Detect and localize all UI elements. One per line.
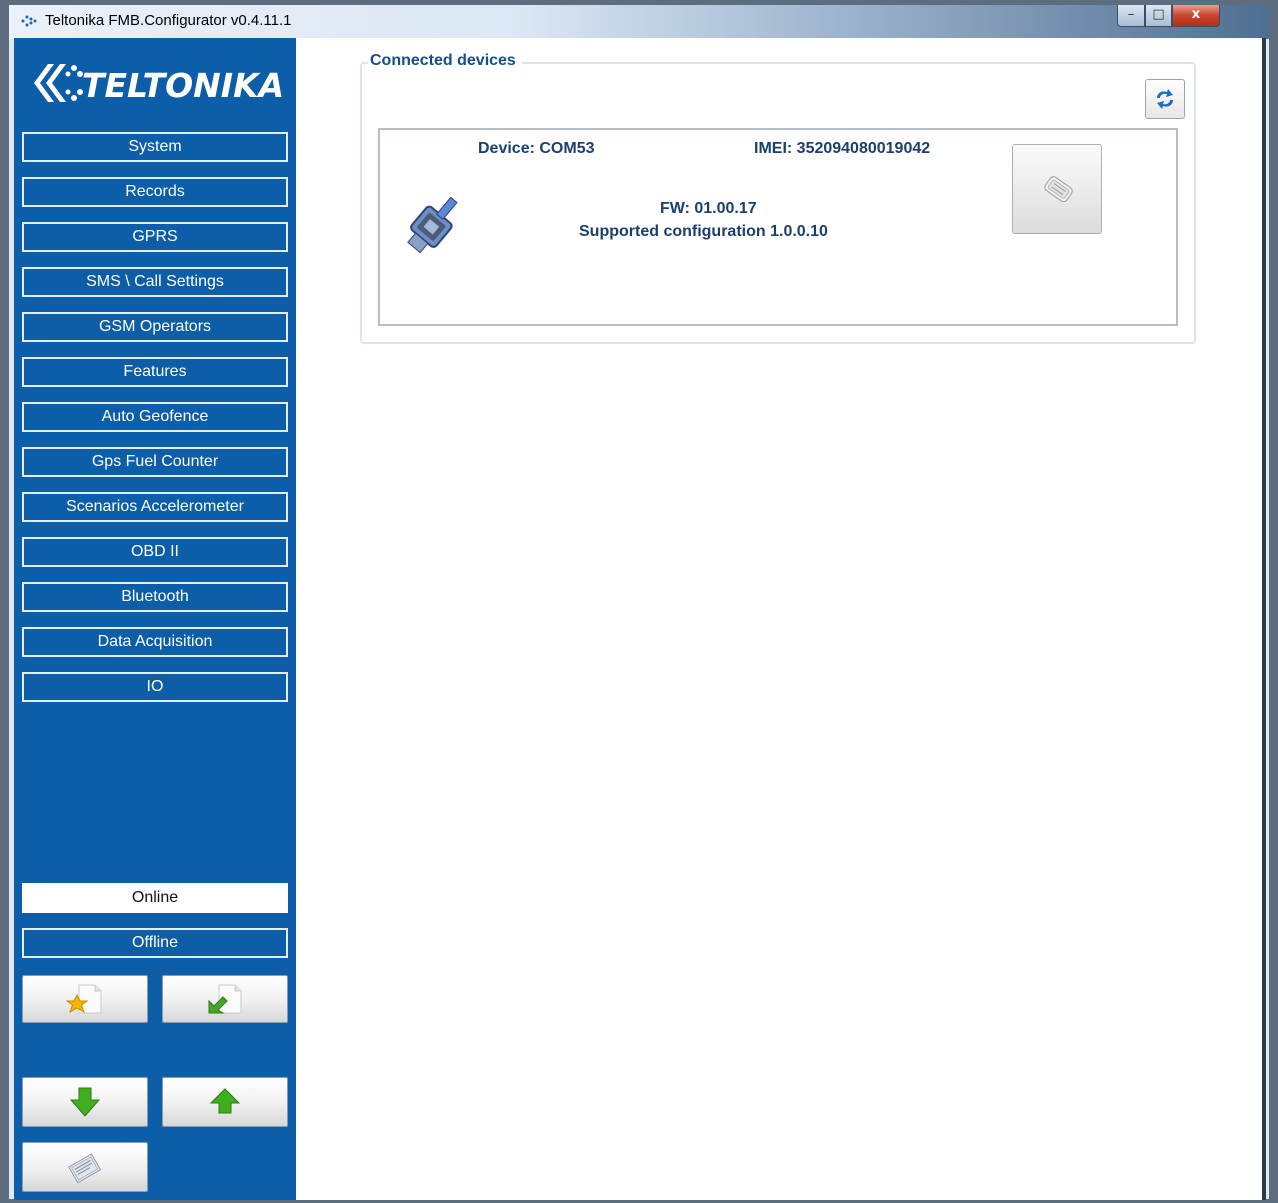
nav-features[interactable]: Features xyxy=(22,357,288,387)
maximize-button[interactable]: □ xyxy=(1145,5,1172,27)
nav-gps-fuel-counter[interactable]: Gps Fuel Counter xyxy=(22,447,288,477)
nav-sms-call-settings[interactable]: SMS \ Call Settings xyxy=(22,267,288,297)
nav-io[interactable]: IO xyxy=(22,672,288,702)
load-config-icon xyxy=(65,984,102,1014)
close-button[interactable]: x xyxy=(1172,5,1220,27)
device-firmware: FW: 01.00.17 xyxy=(660,200,757,217)
refresh-icon xyxy=(1157,89,1173,109)
nav-auto-geofence[interactable]: Auto Geofence xyxy=(22,402,288,432)
write-to-device-icon xyxy=(209,1088,241,1114)
teltonika-logo-icon xyxy=(34,64,83,102)
sidebar: TELTONIKA System Records GPRS SMS \ Call… xyxy=(14,38,296,1200)
window-right-border xyxy=(1262,38,1266,1200)
online-button[interactable]: Online xyxy=(22,883,288,913)
nav-bluetooth[interactable]: Bluetooth xyxy=(22,582,288,612)
offline-button[interactable]: Offline xyxy=(22,928,288,958)
read-from-device-button[interactable] xyxy=(22,1077,148,1127)
nav-scenarios-accelerometer[interactable]: Scenarios Accelerometer xyxy=(22,492,288,522)
minimize-button[interactable]: – xyxy=(1117,5,1145,27)
reset-config-button[interactable] xyxy=(22,1142,148,1192)
nav-gprs[interactable]: GPRS xyxy=(22,222,288,252)
write-to-device-button[interactable] xyxy=(162,1077,288,1127)
device-connect-icon xyxy=(1044,176,1073,203)
teltonika-logo: TELTONIKA xyxy=(30,56,286,112)
nav-obd-ii[interactable]: OBD II xyxy=(22,537,288,567)
save-config-button[interactable] xyxy=(162,975,288,1023)
nav-system[interactable]: System xyxy=(22,132,288,162)
device-connect-button[interactable] xyxy=(1012,144,1102,234)
read-from-device-icon xyxy=(69,1087,101,1117)
nav-gsm-operators[interactable]: GSM Operators xyxy=(22,312,288,342)
save-config-icon xyxy=(208,984,242,1014)
device-imei: IMEI: 352094080019042 xyxy=(754,140,931,157)
serial-port-icon xyxy=(407,196,458,254)
title-bar: Teltonika FMB.Configurator v0.4.11.1 – □… xyxy=(9,5,1269,39)
nav-data-acquisition[interactable]: Data Acquisition xyxy=(22,627,288,657)
refresh-button[interactable] xyxy=(1145,79,1185,119)
device-supported-config: Supported configuration 1.0.0.10 xyxy=(579,223,828,240)
logo-text: TELTONIKA xyxy=(82,66,285,105)
app-icon xyxy=(19,14,37,28)
main-panel: Connected devices Device: COM53 IMEI: 35… xyxy=(296,38,1262,1200)
load-config-button[interactable] xyxy=(22,975,148,1023)
device-card[interactable]: Device: COM53 IMEI: 352094080019042 FW: … xyxy=(378,128,1178,326)
device-port: Device: COM53 xyxy=(478,140,595,157)
nav-records[interactable]: Records xyxy=(22,177,288,207)
group-title: Connected devices xyxy=(368,52,522,70)
window-title: Teltonika FMB.Configurator v0.4.11.1 xyxy=(45,12,292,29)
reset-config-icon xyxy=(68,1153,102,1184)
